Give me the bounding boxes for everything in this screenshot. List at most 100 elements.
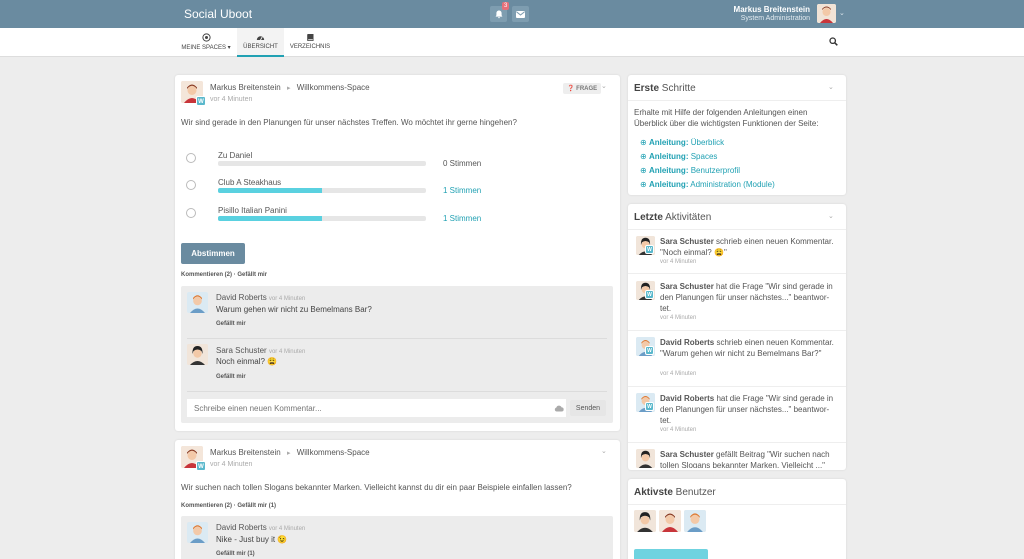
caret-right-icon: ▸ — [286, 85, 291, 92]
activity-user: David Roberts — [660, 394, 715, 403]
comment-time[interactable]: vor 4 Minuten — [269, 296, 305, 302]
comment-text: Nike - Just buy it 😉 — [216, 535, 288, 544]
activity-item[interactable]: Sara Schuster hat die Frage "Wir sind ge… — [660, 281, 838, 314]
send-comment-button[interactable]: Senden — [570, 400, 606, 416]
notification-count-badge: 3 — [502, 2, 510, 10]
post-time[interactable]: vor 4 Minuten — [210, 461, 252, 468]
title-bold: Aktivste — [634, 487, 673, 498]
activity-item[interactable]: David Roberts hat die Frage "Wir sind ge… — [660, 393, 838, 426]
post-author-name[interactable]: Markus Breitenstein — [210, 448, 281, 457]
poll-progress-bar — [218, 216, 426, 221]
nav-overview[interactable]: ÜBERSICHT — [237, 28, 284, 57]
post-time[interactable]: vor 4 Minuten — [210, 96, 252, 103]
comment-time[interactable]: vor 4 Minuten — [269, 349, 305, 355]
nav-bar: MEINE SPACES ▾ ÜBERSICHT VERZEICHNIS — [0, 28, 1024, 57]
bell-icon — [495, 10, 502, 18]
nav-directory[interactable]: VERZEICHNIS — [287, 28, 333, 57]
comment-time[interactable]: vor 4 Minuten — [269, 526, 305, 532]
getting-started-title: Erste Schritte — [634, 83, 696, 94]
guide-label: Spaces — [690, 152, 718, 161]
user-avatar[interactable] — [817, 4, 836, 23]
activity-item[interactable]: David Roberts schrieb einen neuen Kommen… — [660, 337, 838, 359]
brand-title[interactable]: Social Uboot — [184, 7, 252, 21]
cloud-upload-icon[interactable] — [554, 405, 564, 412]
guide-label: Benutzerprofil — [690, 166, 741, 175]
active-user-avatar[interactable] — [684, 510, 706, 532]
nav-overview-label: ÜBERSICHT — [243, 44, 278, 50]
like-link[interactable]: Gefällt mir — [237, 272, 267, 278]
all-users-button[interactable] — [634, 549, 708, 559]
vote-button[interactable]: Abstimmen — [181, 243, 245, 264]
active-user-avatar[interactable] — [659, 510, 681, 532]
poll-progress-bar — [218, 188, 426, 193]
post-menu-chevron-icon[interactable]: ⌄ — [601, 447, 607, 455]
post-space-name[interactable]: Willkommens-Space — [297, 83, 370, 92]
post-space-name[interactable]: Willkommens-Space — [297, 448, 370, 457]
search-icon[interactable] — [829, 37, 838, 46]
space-icon[interactable]: W — [196, 96, 206, 106]
guide-link-overview[interactable]: ⊕ Anleitung: Überblick — [640, 138, 724, 147]
comment-avatar[interactable] — [187, 522, 208, 543]
comment-like-link[interactable]: Gefällt mir (1) — [216, 551, 255, 557]
divider — [628, 100, 846, 101]
activity-user: Sara Schuster — [660, 237, 714, 246]
poll-vote-count[interactable]: 1 Stimmen — [443, 186, 481, 195]
panel-collapse-chevron-icon[interactable]: ⌄ — [828, 212, 834, 220]
activity-user: Sara Schuster — [660, 450, 714, 459]
nav-directory-label: VERZEICHNIS — [289, 44, 331, 50]
guide-label: Überblick — [690, 138, 725, 147]
comment-input[interactable] — [187, 399, 566, 417]
activity-item[interactable]: Sara Schuster schrieb einen neuen Kommen… — [660, 236, 838, 258]
comment-author-name[interactable]: David Roberts — [216, 293, 267, 302]
guide-link-administration[interactable]: ⊕ Anleitung: Administration (Module) — [640, 180, 775, 189]
chevron-down-icon[interactable]: ⌄ — [839, 9, 845, 17]
active-users-title: Aktivste Benutzer — [634, 487, 716, 498]
panel-collapse-chevron-icon[interactable]: ⌄ — [828, 83, 834, 91]
comment-like-link[interactable]: Gefällt mir — [216, 374, 246, 380]
poll-option-radio[interactable] — [186, 208, 196, 218]
comment-author: David Roberts vor 4 Minuten — [216, 523, 305, 532]
space-icon[interactable]: W — [196, 461, 206, 471]
poll-vote-count: 0 Stimmen — [443, 159, 482, 168]
activity-item[interactable]: Sara Schuster gefällt Beitrag "Wir suche… — [660, 449, 838, 468]
comment-author-name[interactable]: Sara Schuster — [216, 346, 267, 355]
divider — [628, 442, 846, 443]
comment-avatar[interactable] — [187, 292, 208, 313]
post-actions: Kommentieren (2) · Gefällt mir (1) — [181, 503, 277, 509]
comment-link[interactable]: Kommentieren (2) — [181, 503, 232, 509]
post-menu-chevron-icon[interactable]: ⌄ — [601, 82, 607, 90]
user-name[interactable]: Markus Breitenstein — [734, 5, 810, 14]
post-header: Markus Breitenstein ▸ Willkommens-Space — [210, 83, 370, 92]
active-user-avatar[interactable] — [634, 510, 656, 532]
post-author-name[interactable]: Markus Breitenstein — [210, 83, 281, 92]
comment-author-name[interactable]: David Roberts — [216, 523, 267, 532]
arrow-circle-icon: ⊕ — [640, 166, 647, 175]
title-bold: Erste — [634, 83, 660, 94]
poll-vote-count[interactable]: 1 Stimmen — [443, 214, 481, 223]
like-link[interactable]: Gefällt mir (1) — [237, 503, 276, 509]
title-rest: Schritte — [659, 83, 696, 94]
notifications-button[interactable]: 3 — [490, 2, 510, 22]
nav-my-spaces[interactable]: MEINE SPACES ▾ — [178, 28, 234, 57]
comment-like-link[interactable]: Gefällt mir — [216, 321, 246, 327]
poll-progress-bar — [218, 161, 426, 166]
activity-avatar[interactable] — [636, 449, 655, 468]
poll-option-radio[interactable] — [186, 180, 196, 190]
guide-link-spaces[interactable]: ⊕ Anleitung: Spaces — [640, 152, 717, 161]
dashboard-icon — [256, 36, 265, 41]
divider — [187, 391, 607, 392]
poll-option-radio[interactable] — [186, 153, 196, 163]
comment-author: David Roberts vor 4 Minuten — [216, 293, 305, 302]
guide-link-profile[interactable]: ⊕ Anleitung: Benutzerprofil — [640, 166, 740, 175]
comment-avatar[interactable] — [187, 344, 208, 365]
post-header: Markus Breitenstein ▸ Willkommens-Space — [210, 448, 370, 457]
messages-button[interactable] — [512, 6, 529, 22]
activity-user: David Roberts — [660, 338, 715, 347]
poll-progress-fill — [218, 188, 322, 193]
space-icon: W — [645, 245, 654, 254]
poll-question: Wir sind gerade in den Planungen für uns… — [181, 118, 517, 127]
nav-my-spaces-label: MEINE SPACES ▾ — [181, 45, 231, 51]
title-bold: Letzte — [634, 212, 663, 223]
user-role: System Administration — [740, 15, 810, 22]
comment-link[interactable]: Kommentieren (2) — [181, 272, 232, 278]
